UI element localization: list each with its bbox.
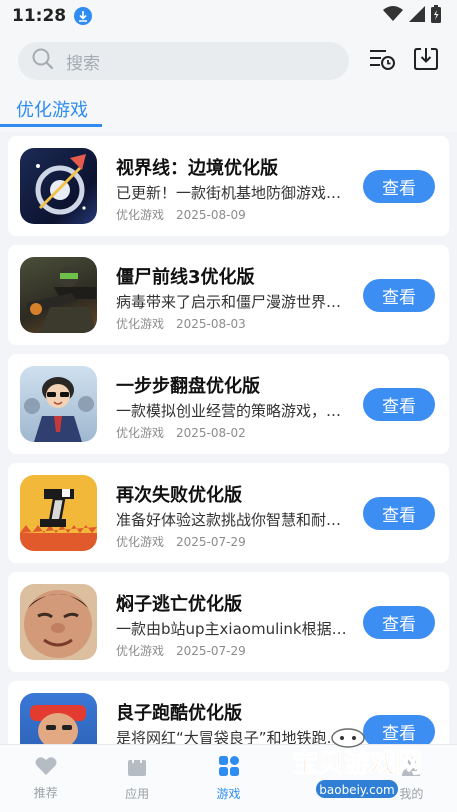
list-item[interactable]: 僵尸前线3优化版 病毒带来了启示和僵尸漫游世界，… 优化游戏 2025-08-03… (8, 245, 449, 345)
game-category: 优化游戏 (116, 208, 165, 222)
space-station-icon (20, 148, 97, 224)
tab-label: 推荐 (33, 786, 58, 800)
tab-recommend[interactable]: 推荐 (0, 745, 91, 812)
download-manager-icon[interactable] (413, 46, 439, 76)
download-notification-icon (74, 7, 93, 25)
game-date: 2025-07-29 (176, 535, 246, 549)
game-description: 一款由b站up主xiaomulink根据神… (116, 620, 348, 638)
signal-icon (409, 6, 425, 26)
pixel-block-icon (20, 475, 97, 551)
status-bar: 11:28 (0, 0, 457, 32)
anime-businessman-icon (20, 366, 97, 442)
game-description: 准备好体验这款挑战你智慧和耐心… (116, 511, 348, 529)
funny-face-icon (20, 584, 97, 660)
list-item[interactable]: 一步步翻盘优化版 一款模拟创业经营的策略游戏，… 优化游戏 2025-08-02 … (8, 354, 449, 454)
game-title: 一步步翻盘优化版 (116, 376, 260, 397)
game-date: 2025-08-03 (176, 317, 246, 331)
list-item[interactable]: 再次失败优化版 准备好体验这款挑战你智慧和耐心… 优化游戏 2025-07-29 … (8, 463, 449, 563)
battery-icon (431, 5, 441, 27)
view-button[interactable]: 查看 (363, 606, 435, 639)
bag-icon (127, 755, 147, 781)
status-time: 11:28 (12, 6, 67, 26)
game-title: 僵尸前线3优化版 (116, 267, 255, 288)
search-placeholder: 搜索 (66, 53, 100, 74)
svg-text:baobeiy.com: baobeiy.com (319, 783, 394, 797)
view-button[interactable]: 查看 (363, 388, 435, 421)
game-title: 焖子逃亡优化版 (116, 594, 242, 615)
search-input[interactable]: 搜索 (18, 42, 349, 80)
wifi-icon (383, 6, 403, 26)
tab-optimized-games[interactable]: 优化游戏 (16, 96, 88, 122)
game-meta: 优化游戏 2025-08-02 (116, 424, 246, 441)
game-description: 一款模拟创业经营的策略游戏，… (116, 402, 342, 420)
svg-text:宝贝游戏网: 宝贝游戏网 (292, 748, 422, 779)
game-category: 优化游戏 (116, 426, 165, 440)
watermark-logo: 宝贝游戏网 baobeiy.com (282, 728, 432, 808)
search-icon (32, 48, 54, 74)
view-button[interactable]: 查看 (363, 279, 435, 312)
history-list-icon[interactable] (369, 47, 395, 75)
tab-label: 应用 (125, 787, 150, 801)
grid-icon (218, 755, 240, 781)
soldier-rifle-icon (20, 257, 97, 333)
view-button[interactable]: 查看 (363, 170, 435, 203)
tab-games[interactable]: 游戏 (183, 745, 274, 812)
tab-apps[interactable]: 应用 (91, 745, 182, 812)
tab-label: 游戏 (216, 787, 241, 801)
game-description: 病毒带来了启示和僵尸漫游世界，… (116, 293, 348, 311)
tab-underline (0, 124, 102, 127)
tab-strip: 优化游戏 (0, 90, 457, 132)
game-meta: 优化游戏 2025-07-29 (116, 533, 246, 550)
game-category: 优化游戏 (116, 535, 165, 549)
list-item[interactable]: 视界线：边境优化版 已更新！一款街机基地防御游戏，… 优化游戏 2025-08-0… (8, 136, 449, 236)
list-item[interactable]: 焖子逃亡优化版 一款由b站up主xiaomulink根据神… 优化游戏 2025-… (8, 572, 449, 672)
game-title: 视界线：边境优化版 (116, 158, 278, 179)
game-category: 优化游戏 (116, 317, 165, 331)
game-date: 2025-07-29 (176, 644, 246, 658)
game-title: 良子跑酷优化版 (116, 703, 242, 724)
game-meta: 优化游戏 2025-08-09 (116, 206, 246, 223)
game-category: 优化游戏 (116, 644, 165, 658)
view-button[interactable]: 查看 (363, 497, 435, 530)
game-date: 2025-08-02 (176, 426, 246, 440)
game-title: 再次失败优化版 (116, 485, 242, 506)
heart-icon (35, 756, 57, 780)
search-row: 搜索 (0, 32, 457, 90)
game-meta: 优化游戏 2025-08-03 (116, 315, 246, 332)
game-description: 已更新！一款街机基地防御游戏，… (116, 184, 348, 202)
game-date: 2025-08-09 (176, 208, 246, 222)
game-meta: 优化游戏 2025-07-29 (116, 642, 246, 659)
